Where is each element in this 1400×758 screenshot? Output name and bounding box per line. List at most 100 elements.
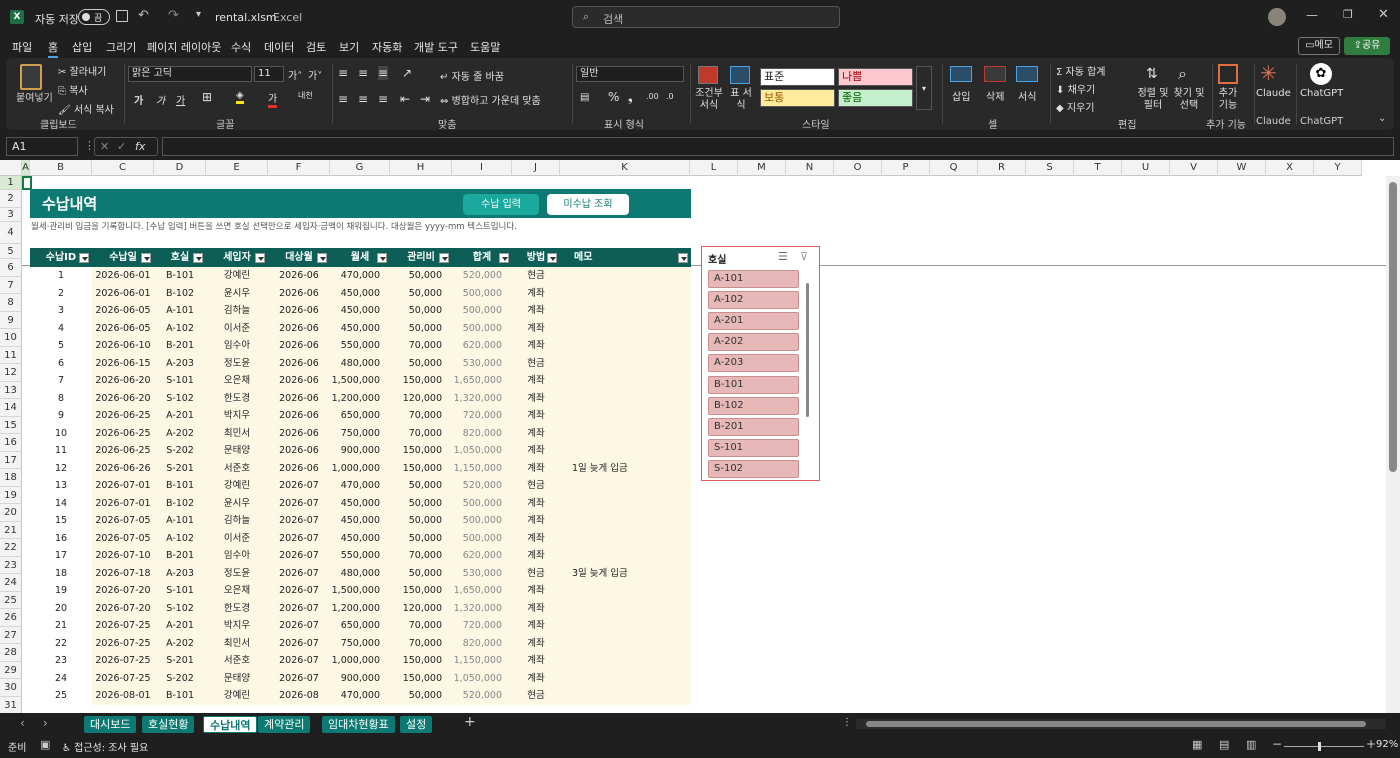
table-cell[interactable]: 계좌 [512,284,560,302]
table-cell[interactable]: 1,650,000 [452,582,512,600]
filter-dropdown-icon[interactable] [255,253,265,263]
table-cell[interactable]: 900,000 [330,442,390,460]
table-cell[interactable]: 520,000 [452,687,512,705]
table-cell[interactable]: 2026-06-15 [92,354,154,372]
row-header[interactable]: 2 [0,190,22,208]
table-cell[interactable] [560,372,691,390]
orientation-icon[interactable]: ↗ [402,66,412,80]
table-cell[interactable]: 문태양 [206,442,268,460]
column-header-p[interactable]: P [882,160,930,176]
table-cell[interactable]: 25 [30,687,92,705]
filter-dropdown-icon[interactable] [678,253,688,263]
table-cell[interactable]: 2026-06-20 [92,372,154,390]
table-cell[interactable]: 50,000 [390,512,452,530]
column-header-o[interactable]: O [834,160,882,176]
table-cell[interactable]: 최민서 [206,634,268,652]
column-header-a[interactable]: A [22,160,30,176]
table-cell[interactable]: B-201 [154,547,206,565]
prev-sheet-icon[interactable]: ‹ [20,716,25,730]
table-cell[interactable]: 820,000 [452,634,512,652]
table-cell[interactable]: 현금 [512,354,560,372]
horizontal-scroll-thumb[interactable] [866,721,1366,727]
table-cell[interactable]: B-102 [154,494,206,512]
table-cell[interactable]: 임수아 [206,547,268,565]
table-cell[interactable]: A-102 [154,529,206,547]
table-row[interactable]: 13 2026-07-01 B-101 강예린 2026-07 470,000 50,000… [30,477,691,495]
style-normal[interactable]: 표준 [760,68,835,86]
table-cell[interactable]: 계좌 [512,652,560,670]
table-cell[interactable]: 3 [30,302,92,320]
table-cell[interactable]: 520,000 [452,477,512,495]
table-cell[interactable]: 50,000 [390,564,452,582]
collapse-ribbon-icon[interactable]: ⌄ [1378,113,1386,124]
chatgpt-icon[interactable]: ✿ [1310,63,1332,85]
table-cell[interactable]: 2026-07 [268,669,330,687]
avatar[interactable] [1268,8,1286,26]
format-painter-button[interactable]: 🖌 서식 복사 [58,101,114,116]
number-format-select[interactable]: 일반 [576,66,684,82]
table-cell[interactable]: 2026-07 [268,599,330,617]
table-cell[interactable]: 150,000 [390,372,452,390]
slicer-item[interactable]: S-102 [708,459,799,478]
slicer-item[interactable]: B-102 [708,396,799,415]
table-cell[interactable]: 620,000 [452,547,512,565]
table-cell[interactable]: 2026-06-10 [92,337,154,355]
table-cell[interactable]: B-101 [154,267,206,285]
table-cell[interactable]: 50,000 [390,687,452,705]
table-row[interactable]: 2 2026-06-01 B-102 윤시우 2026-06 450,000 50,000 5… [30,284,691,302]
table-cell[interactable]: 1,150,000 [452,652,512,670]
row-header[interactable]: 15 [0,416,22,434]
table-row[interactable]: 14 2026-07-01 B-102 윤시우 2026-07 450,000 50,000… [30,494,691,512]
table-cell[interactable]: 현금 [512,687,560,705]
search-box[interactable]: ⌕ 검색 [572,6,840,28]
page-layout-view-icon[interactable]: ▤ [1219,738,1229,751]
table-cell[interactable]: 2026-07 [268,652,330,670]
undo-icon[interactable]: ↶ [138,8,149,23]
table-cell[interactable]: 2026-06 [268,459,330,477]
table-cell[interactable]: 11 [30,442,92,460]
table-cell[interactable] [560,512,691,530]
table-cell[interactable]: 450,000 [330,284,390,302]
merge-center-button[interactable]: ⇔ 병합하고 가운데 맞춤 [440,92,541,107]
slicer-item[interactable]: A-102 [708,291,799,310]
table-cell[interactable]: 2026-06 [268,284,330,302]
table-cell[interactable]: S-201 [154,459,206,477]
table-cell[interactable]: 470,000 [330,267,390,285]
row-header[interactable]: 11 [0,346,22,364]
row-header[interactable]: 13 [0,381,22,399]
table-cell[interactable]: A-202 [154,424,206,442]
column-header-x[interactable]: X [1266,160,1314,176]
row-header[interactable]: 10 [0,329,22,347]
styles-more-icon[interactable]: ▾ [916,66,932,110]
wrap-text-button[interactable]: ↵ 자동 줄 바꿈 [440,68,504,83]
multiselect-icon[interactable]: ☰ [778,250,788,263]
table-row[interactable]: 7 2026-06-20 S-101 오은채 2026-06 1,500,000 150,0… [30,372,691,390]
menu-formulas[interactable]: 수식 [231,39,251,55]
table-cell[interactable]: 2026-06-25 [92,407,154,425]
row-header[interactable]: 6 [0,259,22,277]
table-row[interactable]: 25 2026-08-01 B-101 강예린 2026-08 470,000 50,000… [30,687,691,705]
table-row[interactable]: 8 2026-06-20 S-102 한도경 2026-06 1,200,000 120,0… [30,389,691,407]
sort-filter-icon[interactable]: ⇅ [1146,66,1158,82]
table-cell[interactable]: 820,000 [452,424,512,442]
table-cell[interactable] [560,442,691,460]
style-neutral[interactable]: 보통 [760,89,835,107]
table-cell[interactable]: 계좌 [512,547,560,565]
table-cell[interactable]: 9 [30,407,92,425]
table-cell[interactable]: 2026-06 [268,319,330,337]
row-header[interactable]: 19 [0,486,22,504]
table-row[interactable]: 24 2026-07-25 S-202 문태양 2026-07 900,000 150,00… [30,669,691,687]
slicer-scrollbar[interactable] [806,283,809,417]
table-cell[interactable]: 윤시우 [206,284,268,302]
table-cell[interactable]: 1,320,000 [452,599,512,617]
add-sheet-icon[interactable]: + [464,714,476,730]
table-row[interactable]: 21 2026-07-25 A-201 박지우 2026-07 650,000 70,000… [30,617,691,635]
table-cell[interactable]: 1 [30,267,92,285]
table-cell[interactable]: 2026-06-01 [92,267,154,285]
table-cell[interactable]: 2026-07 [268,547,330,565]
macro-record-icon[interactable]: ▣ [40,738,50,751]
save-icon[interactable] [116,10,128,22]
filter-dropdown-icon[interactable] [499,253,509,263]
table-cell[interactable]: A-203 [154,354,206,372]
table-cell[interactable]: 480,000 [330,354,390,372]
